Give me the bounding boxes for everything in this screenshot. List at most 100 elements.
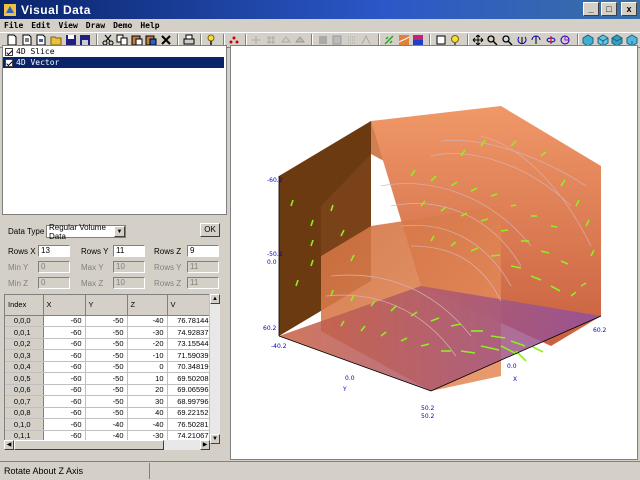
table-cell[interactable]: -60: [43, 349, 86, 362]
table-row[interactable]: 0,1,0 -60 -40 -40 76.50281: [5, 418, 213, 431]
scroll-thumb[interactable]: [14, 440, 164, 450]
table-cell[interactable]: 0: [127, 361, 168, 373]
table-cell[interactable]: 40: [127, 407, 168, 419]
horizontal-scrollbar[interactable]: ◀ ▶: [4, 440, 210, 450]
max-y-input[interactable]: 10: [113, 261, 145, 273]
table-cell[interactable]: 73.15544: [167, 338, 213, 350]
scroll-left-icon[interactable]: ◀: [4, 440, 14, 450]
table-cell[interactable]: -50: [85, 349, 128, 362]
rows-y-input[interactable]: 11: [113, 245, 145, 257]
min-z-input[interactable]: 0: [38, 277, 70, 289]
row-index-cell[interactable]: 0,0,8: [5, 407, 44, 419]
tree-item-4d-slice[interactable]: 4D Slice: [3, 46, 226, 57]
scroll-up-icon[interactable]: ▲: [210, 294, 220, 304]
table-cell[interactable]: -40: [127, 418, 168, 431]
table-cell[interactable]: 20: [127, 384, 168, 396]
data-type-select[interactable]: Regular Volume Data ▼: [46, 223, 126, 241]
table-row[interactable]: 0,0,3 -60 -50 -10 71.59039: [5, 349, 213, 362]
table-row[interactable]: 0,0,6 -60 -50 20 69.06596: [5, 384, 213, 396]
table-cell[interactable]: -60: [43, 361, 86, 373]
column-header-index[interactable]: Index: [5, 295, 44, 316]
row-index-cell[interactable]: 0,0,6: [5, 384, 44, 396]
row-index-cell[interactable]: 0,0,4: [5, 361, 44, 373]
rows-x-input[interactable]: 13: [38, 245, 70, 257]
row-index-cell[interactable]: 0,0,5: [5, 372, 44, 385]
scroll-down-icon[interactable]: ▼: [210, 434, 220, 444]
rows-z-input[interactable]: 9: [187, 245, 219, 257]
table-cell[interactable]: 74.92837: [167, 326, 213, 339]
chevron-down-icon[interactable]: ▼: [114, 226, 125, 237]
menu-edit[interactable]: Edit: [31, 21, 50, 30]
menu-view[interactable]: View: [59, 21, 78, 30]
min-y-input[interactable]: 0: [38, 261, 70, 273]
table-cell[interactable]: 69.06596: [167, 384, 213, 396]
table-cell[interactable]: -50: [85, 361, 128, 373]
table-cell[interactable]: -60: [43, 326, 86, 339]
table-row[interactable]: 0,0,4 -60 -50 0 70.34819: [5, 361, 213, 373]
volume-plot[interactable]: -60.2 -50.2 60.2 -40.2 60.2 50.2 0.0 0.0…: [231, 46, 639, 461]
table-cell[interactable]: 70.34819: [167, 361, 213, 373]
table-cell[interactable]: 76.50281: [167, 418, 213, 431]
checkbox-4d-vector[interactable]: [5, 58, 13, 67]
row-index-cell[interactable]: 0,1,0: [5, 418, 44, 431]
row-index-cell[interactable]: 0,0,2: [5, 338, 44, 350]
table-cell[interactable]: 76.78144: [167, 315, 213, 327]
table-cell[interactable]: 68.99796: [167, 395, 213, 408]
table-cell[interactable]: -60: [43, 315, 86, 327]
checkbox-4d-slice[interactable]: [5, 47, 13, 56]
table-row[interactable]: 0,0,2 -60 -50 -20 73.15544: [5, 338, 213, 350]
table-cell[interactable]: -30: [127, 326, 168, 339]
data-grid[interactable]: Index X Y Z V 0,0,0 -60 -50 -40 76.78144 0,0,…: [4, 294, 219, 444]
minimize-button[interactable]: _: [583, 2, 599, 16]
table-cell[interactable]: -40: [85, 418, 128, 431]
table-cell[interactable]: -50: [85, 338, 128, 350]
table-cell[interactable]: -60: [43, 338, 86, 350]
table-cell[interactable]: -50: [85, 407, 128, 419]
table-row[interactable]: 0,0,5 -60 -50 10 69.50208: [5, 372, 213, 385]
max-z-input[interactable]: 10: [113, 277, 145, 289]
table-cell[interactable]: -60: [43, 372, 86, 385]
3d-view[interactable]: -60.2 -50.2 60.2 -40.2 60.2 50.2 0.0 0.0…: [230, 45, 638, 460]
table-row[interactable]: 0,0,0 -60 -50 -40 76.78144: [5, 315, 213, 327]
table-cell[interactable]: -60: [43, 418, 86, 431]
maximize-button[interactable]: □: [601, 2, 617, 16]
table-cell[interactable]: -60: [43, 407, 86, 419]
table-cell[interactable]: -50: [85, 395, 128, 408]
table-cell[interactable]: -10: [127, 349, 168, 362]
table-cell[interactable]: 69.50208: [167, 372, 213, 385]
table-row[interactable]: 0,0,7 -60 -50 30 68.99796: [5, 395, 213, 408]
rows-y2-input[interactable]: 11: [187, 261, 219, 273]
table-cell[interactable]: -60: [43, 395, 86, 408]
scroll-right-icon[interactable]: ▶: [200, 440, 210, 450]
table-cell[interactable]: 69.22152: [167, 407, 213, 419]
row-index-cell[interactable]: 0,0,3: [5, 349, 44, 362]
row-index-cell[interactable]: 0,0,0: [5, 315, 44, 327]
column-header-y[interactable]: Y: [85, 295, 128, 316]
table-cell[interactable]: 30: [127, 395, 168, 408]
menu-help[interactable]: Help: [140, 21, 159, 30]
menu-file[interactable]: File: [4, 21, 23, 30]
table-cell[interactable]: 71.59039: [167, 349, 213, 362]
row-index-cell[interactable]: 0,0,7: [5, 395, 44, 408]
row-index-cell[interactable]: 0,0,1: [5, 326, 44, 339]
rows-z2-input[interactable]: 11: [187, 277, 219, 289]
close-button[interactable]: x: [621, 2, 637, 16]
layer-tree[interactable]: 4D Slice 4D Vector: [2, 45, 227, 215]
table-row[interactable]: 0,0,1 -60 -50 -30 74.92837: [5, 326, 213, 339]
table-cell[interactable]: -60: [43, 384, 86, 396]
table-cell[interactable]: -50: [85, 384, 128, 396]
vertical-scrollbar[interactable]: ▲ ▼: [209, 294, 220, 444]
table-row[interactable]: 0,0,8 -60 -50 40 69.22152: [5, 407, 213, 419]
menu-demo[interactable]: Demo: [113, 21, 132, 30]
menu-draw[interactable]: Draw: [86, 21, 105, 30]
table-cell[interactable]: -40: [127, 315, 168, 327]
table-cell[interactable]: -50: [85, 326, 128, 339]
column-header-x[interactable]: X: [43, 295, 86, 316]
column-header-v[interactable]: V: [167, 295, 213, 316]
column-header-z[interactable]: Z: [127, 295, 168, 316]
table-cell[interactable]: -50: [85, 315, 128, 327]
ok-button[interactable]: OK: [200, 223, 220, 237]
table-cell[interactable]: 10: [127, 372, 168, 385]
table-cell[interactable]: -50: [85, 372, 128, 385]
table-cell[interactable]: -20: [127, 338, 168, 350]
